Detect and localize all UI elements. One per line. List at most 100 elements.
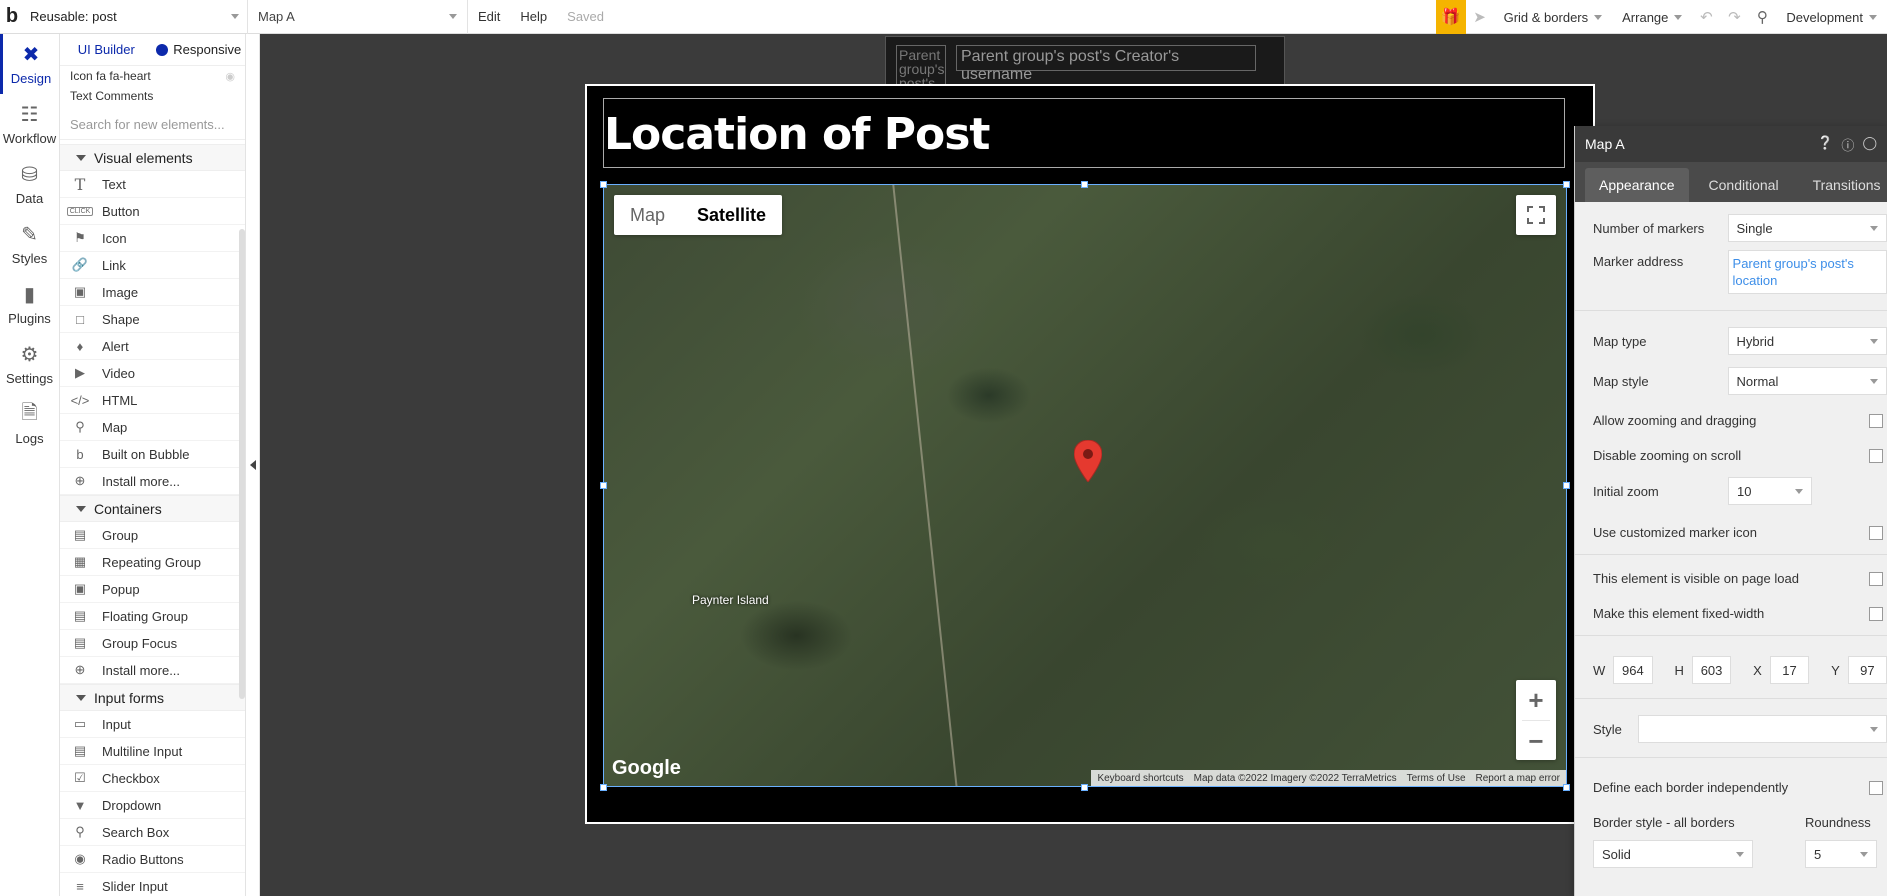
palette-item-alert[interactable]: ♦ Alert — [60, 333, 245, 360]
palette-item-slider-input[interactable]: ≡ Slider Input — [60, 873, 245, 896]
style-dropdown[interactable] — [1637, 715, 1887, 743]
palette-item-input[interactable]: ▭ Input — [60, 711, 245, 738]
border-style-dropdown[interactable]: Solid — [1593, 840, 1753, 868]
palette-item-install-more[interactable]: ⊕ Install more... — [60, 468, 245, 495]
palette-item-search-box[interactable]: ⚲ Search Box — [60, 819, 245, 846]
palette-item-video[interactable]: ▶ Video — [60, 360, 245, 387]
x-input[interactable]: 17 — [1769, 656, 1810, 684]
map-marker-icon[interactable] — [1074, 440, 1102, 482]
help-icon[interactable]: ❔ — [1817, 135, 1833, 154]
allow-zoom-checkbox[interactable] — [1869, 413, 1883, 428]
terms-of-use-link[interactable]: Terms of Use — [1407, 773, 1466, 784]
palette-item-text[interactable]: T Text — [60, 171, 245, 198]
bubble-logo[interactable]: b — [0, 0, 24, 34]
palette-item-map[interactable]: ⚲ Map — [60, 414, 245, 441]
tab-ui-builder[interactable]: UI Builder — [60, 42, 153, 57]
initial-zoom-dropdown[interactable]: 10 — [1728, 477, 1812, 505]
collapse-palette-button[interactable] — [246, 34, 260, 896]
tab-responsive[interactable]: Responsive — [153, 42, 246, 57]
page-selector[interactable]: Reusable: post — [24, 0, 248, 34]
map-element[interactable]: Map Satellite Paynter Island + − Google … — [603, 184, 1567, 787]
undo-icon[interactable]: ↶ — [1692, 8, 1720, 26]
height-input[interactable]: 603 — [1691, 656, 1732, 684]
number-of-markers-dropdown[interactable]: Single — [1727, 214, 1887, 242]
nav-styles[interactable]: ✎ Styles — [0, 214, 59, 274]
fixed-width-checkbox[interactable] — [1869, 606, 1883, 621]
nav-plugins[interactable]: ▮ Plugins — [0, 274, 59, 334]
environment-menu[interactable]: Development — [1776, 10, 1887, 25]
section-input-forms[interactable]: Input forms — [60, 684, 245, 711]
grid-borders-menu[interactable]: Grid & borders — [1494, 10, 1613, 25]
roundness-input[interactable]: 5 — [1805, 840, 1877, 868]
section-containers[interactable]: Containers — [60, 495, 245, 522]
width-input[interactable]: 964 — [1613, 656, 1653, 684]
palette-item-repeating-group[interactable]: ▦ Repeating Group — [60, 549, 245, 576]
palette-item-button[interactable]: CLICK Button — [60, 198, 245, 225]
palette-item-icon[interactable]: ⚑ Icon — [60, 225, 245, 252]
keyboard-shortcuts-link[interactable]: Keyboard shortcuts — [1097, 773, 1183, 784]
resize-handle[interactable] — [1081, 181, 1088, 188]
palette-item-shape[interactable]: □ Shape — [60, 306, 245, 333]
visible-on-load-checkbox[interactable] — [1869, 571, 1883, 586]
y-input[interactable]: 97 — [1847, 656, 1887, 684]
layer-item[interactable]: Icon fa fa-heart ◉ — [60, 66, 245, 86]
palette-item-group-focus[interactable]: ▤ Group Focus — [60, 630, 245, 657]
map-style-dropdown[interactable]: Normal — [1727, 367, 1887, 395]
palette-item-floating-group[interactable]: ▤ Floating Group — [60, 603, 245, 630]
gift-icon[interactable]: 🎁 — [1435, 0, 1466, 34]
palette-item-checkbox[interactable]: ☑ Checkbox — [60, 765, 245, 792]
palette-item-image[interactable]: ▣ Image — [60, 279, 245, 306]
info-icon[interactable]: ⓘ — [1841, 135, 1854, 154]
nav-workflow[interactable]: ☷ Workflow — [0, 94, 59, 154]
resize-handle[interactable] — [1081, 784, 1088, 791]
zoom-out-button[interactable]: − — [1516, 721, 1556, 761]
nav-settings[interactable]: ⚙ Settings — [0, 334, 59, 394]
layer-item[interactable]: Text Comments — [60, 86, 245, 106]
resize-handle[interactable] — [1563, 181, 1570, 188]
map-type-dropdown[interactable]: Hybrid — [1727, 327, 1887, 355]
marker-address-expression[interactable]: Parent group's post's location — [1727, 250, 1887, 294]
fullscreen-button[interactable] — [1516, 195, 1556, 235]
resize-handle[interactable] — [600, 784, 607, 791]
palette-item-install-more[interactable]: ⊕ Install more... — [60, 657, 245, 684]
menu-edit[interactable]: Edit — [468, 9, 510, 24]
palette-scrollbar[interactable] — [239, 229, 245, 699]
palette-item-html[interactable]: </> HTML — [60, 387, 245, 414]
arrange-menu[interactable]: Arrange — [1612, 10, 1692, 25]
palette-item-popup[interactable]: ▣ Popup — [60, 576, 245, 603]
palette-item-dropdown[interactable]: ▼ Dropdown — [60, 792, 245, 819]
tab-transitions[interactable]: Transitions — [1799, 168, 1887, 202]
nav-logs[interactable]: 🗎 Logs — [0, 394, 59, 454]
nav-design[interactable]: ✖ Design — [0, 34, 59, 94]
palette-item-group[interactable]: ▤ Group — [60, 522, 245, 549]
map-button[interactable]: Map — [614, 195, 681, 235]
resize-handle[interactable] — [600, 181, 607, 188]
title-text-element[interactable]: Location of Post — [603, 98, 1565, 168]
resize-handle[interactable] — [600, 482, 607, 489]
property-editor-header[interactable]: Map A ❔ ⓘ ◯ — [1575, 126, 1887, 162]
resize-handle[interactable] — [1563, 784, 1570, 791]
eye-icon[interactable]: ◉ — [225, 70, 235, 83]
section-visual-elements[interactable]: Visual elements — [60, 144, 245, 171]
redo-icon[interactable]: ↷ — [1720, 8, 1748, 26]
disable-scroll-checkbox[interactable] — [1869, 448, 1883, 463]
resize-handle[interactable] — [1563, 482, 1570, 489]
menu-help[interactable]: Help — [510, 9, 557, 24]
element-search-input[interactable]: Search for new elements... — [60, 110, 245, 140]
pointer-icon[interactable]: ➤ — [1466, 8, 1494, 26]
palette-item-radio-buttons[interactable]: ◉ Radio Buttons — [60, 846, 245, 873]
reusable-element-post[interactable]: Location of Post Map Satellite Paynter I… — [585, 84, 1595, 824]
palette-item-link[interactable]: 🔗 Link — [60, 252, 245, 279]
element-selector[interactable]: Map A — [248, 0, 468, 34]
border-independent-checkbox[interactable] — [1869, 780, 1883, 795]
report-map-error-link[interactable]: Report a map error — [1476, 773, 1560, 784]
custom-marker-checkbox[interactable] — [1869, 525, 1883, 540]
palette-item-multiline-input[interactable]: ▤ Multiline Input — [60, 738, 245, 765]
satellite-button[interactable]: Satellite — [681, 195, 782, 235]
tab-conditional[interactable]: Conditional — [1695, 168, 1793, 202]
palette-item-built-on-bubble[interactable]: b Built on Bubble — [60, 441, 245, 468]
search-icon[interactable]: ⚲ — [1748, 8, 1776, 26]
zoom-in-button[interactable]: + — [1516, 680, 1556, 720]
tab-appearance[interactable]: Appearance — [1585, 168, 1689, 202]
comment-icon[interactable]: ◯ — [1862, 135, 1877, 154]
